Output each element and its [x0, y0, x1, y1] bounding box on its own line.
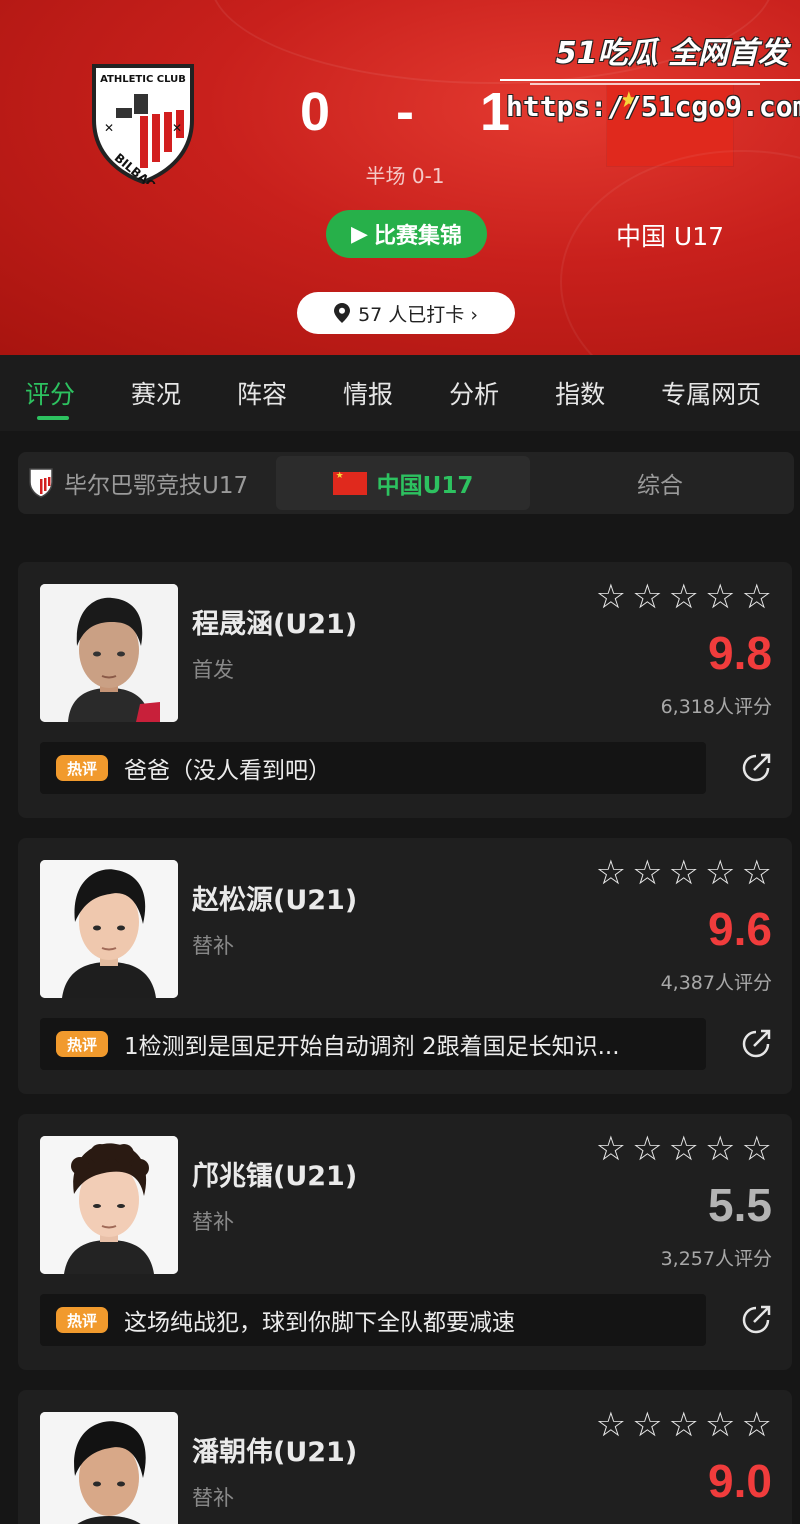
star-outline-icon[interactable]: ☆ [632, 1408, 662, 1442]
star-outline-icon[interactable]: ☆ [632, 580, 662, 614]
score-separator: - [396, 82, 414, 142]
hot-comment-text: 爸爸（没人看到吧） [124, 758, 331, 784]
star-outline-icon[interactable]: ☆ [596, 1132, 626, 1166]
svg-text:ATHLETIC CLUB: ATHLETIC CLUB [100, 74, 186, 85]
rating-stars[interactable]: ☆ ☆ ☆ ☆ ☆ [596, 1408, 772, 1442]
hot-comment-text: 这场纯战犯，球到你脚下全队都要减速 [124, 1310, 515, 1336]
player-avatar [40, 584, 178, 722]
star-outline-icon[interactable]: ☆ [596, 1408, 626, 1442]
player-avatar [40, 1136, 178, 1274]
tab-ratings[interactable]: 评分 [25, 375, 75, 420]
player-photo-icon [40, 860, 178, 998]
segment-away-team[interactable]: 中国U17 [276, 456, 530, 510]
star-outline-icon[interactable]: ☆ [669, 856, 699, 890]
halftime-score: 半场 0-1 [365, 164, 445, 188]
tab-live[interactable]: 赛况 [131, 375, 181, 411]
star-outline-icon[interactable]: ☆ [742, 856, 772, 890]
checkin-label: 57 人已打卡 › [358, 303, 478, 326]
play-icon: ▶ [351, 221, 368, 247]
rating-count: 3,257人评分 [660, 1248, 772, 1270]
rating-count: 6,318人评分 [660, 696, 772, 718]
tab-analysis[interactable]: 分析 [449, 375, 499, 411]
star-outline-icon[interactable]: ☆ [669, 1132, 699, 1166]
tab-exclusive[interactable]: 专属网页 [661, 375, 761, 411]
star-outline-icon[interactable]: ☆ [669, 1408, 699, 1442]
hot-comment[interactable]: 热评 爸爸（没人看到吧） [40, 742, 706, 794]
star-outline-icon[interactable]: ☆ [669, 580, 699, 614]
star-outline-icon[interactable]: ☆ [705, 1408, 735, 1442]
away-team-name: 中国 U17 [615, 222, 725, 251]
player-name: 潘朝伟(U21) [192, 1437, 358, 1468]
player-name: 程晟涵(U21) [192, 609, 358, 640]
star-outline-icon[interactable]: ☆ [742, 1408, 772, 1442]
player-avatar [40, 860, 178, 998]
location-pin-icon [334, 303, 351, 323]
hot-comment[interactable]: 热评 这场纯战犯，球到你脚下全队都要减速 [40, 1294, 706, 1346]
player-photo-icon [40, 1136, 178, 1274]
tab-lineup[interactable]: 阵容 [237, 375, 287, 411]
star-outline-icon[interactable]: ☆ [705, 1132, 735, 1166]
share-icon[interactable] [738, 1302, 774, 1338]
player-card[interactable]: 赵松源(U21) 替补 ☆ ☆ ☆ ☆ ☆ 9.6 4,387人评分 热评 1检… [18, 838, 792, 1094]
china-flag-icon: ★ [607, 84, 733, 166]
athletic-club-crest-icon [29, 468, 53, 498]
away-score: 1 [479, 82, 510, 142]
team-segment-control: 毕尔巴鄂竞技U17 中国U17 综合 [18, 452, 794, 514]
player-name: 邝兆镭(U21) [192, 1161, 358, 1192]
share-icon[interactable] [738, 750, 774, 786]
star-outline-icon[interactable]: ☆ [742, 580, 772, 614]
player-score: 9.0 [708, 1455, 772, 1507]
star-outline-icon[interactable]: ☆ [596, 856, 626, 890]
hot-comment-badge: 热评 [56, 1031, 108, 1057]
player-role: 替补 [192, 1210, 234, 1234]
star-outline-icon[interactable]: ☆ [596, 580, 626, 614]
star-outline-icon[interactable]: ☆ [632, 856, 662, 890]
hot-comment[interactable]: 热评 1检测到是国足开始自动调剂 2跟着国足长知识... [40, 1018, 706, 1070]
highlights-button[interactable]: ▶ 比赛集锦 [326, 210, 487, 258]
highlights-label: 比赛集锦 [373, 224, 462, 249]
player-avatar [40, 1412, 178, 1524]
segment-home-label: 毕尔巴鄂竞技U17 [64, 473, 249, 499]
player-card[interactable]: 邝兆镭(U21) 替补 ☆ ☆ ☆ ☆ ☆ 5.5 3,257人评分 热评 这场… [18, 1114, 792, 1370]
home-score: 0 [300, 82, 331, 142]
tab-index[interactable]: 指数 [555, 375, 605, 411]
china-flag-icon [332, 471, 367, 495]
checkin-button[interactable]: 57 人已打卡 › [297, 292, 515, 334]
segment-away-label: 中国U17 [376, 473, 474, 499]
segment-overall-label: 综合 [637, 473, 683, 499]
player-card[interactable]: 程晟涵(U21) 首发 ☆ ☆ ☆ ☆ ☆ 9.8 6,318人评分 热评 爸爸… [18, 562, 792, 818]
match-header: ATHLETIC CLUB BILBAO ✕ ✕ 0 - 1 半场 0-1 ★ … [0, 0, 800, 355]
rating-stars[interactable]: ☆ ☆ ☆ ☆ ☆ [596, 1132, 772, 1166]
player-photo-icon [40, 584, 178, 722]
segment-overall[interactable]: 综合 [530, 456, 790, 510]
share-icon[interactable] [738, 1026, 774, 1062]
player-name: 赵松源(U21) [192, 885, 358, 916]
player-role: 替补 [192, 1486, 234, 1510]
star-outline-icon[interactable]: ☆ [705, 580, 735, 614]
segment-home-team[interactable]: 毕尔巴鄂竞技U17 [18, 456, 276, 510]
rating-stars[interactable]: ☆ ☆ ☆ ☆ ☆ [596, 856, 772, 890]
svg-text:✕: ✕ [104, 121, 114, 135]
player-score: 9.8 [708, 627, 772, 679]
rating-stars[interactable]: ☆ ☆ ☆ ☆ ☆ [596, 580, 772, 614]
star-outline-icon[interactable]: ☆ [632, 1132, 662, 1166]
scoreboard: 0 - 1 [300, 80, 510, 144]
star-outline-icon[interactable]: ☆ [705, 856, 735, 890]
hot-comment-badge: 热评 [56, 1307, 108, 1333]
player-photo-icon [40, 1412, 178, 1524]
hot-comment-text: 1检测到是国足开始自动调剂 2跟着国足长知识... [124, 1034, 620, 1060]
rating-count: 4,387人评分 [660, 972, 772, 994]
svg-text:✕: ✕ [172, 121, 182, 135]
player-role: 替补 [192, 934, 234, 958]
player-role: 首发 [192, 658, 234, 682]
player-score: 9.6 [708, 903, 772, 955]
star-outline-icon[interactable]: ☆ [742, 1132, 772, 1166]
tab-intel[interactable]: 情报 [343, 375, 393, 411]
athletic-club-crest-icon: ATHLETIC CLUB BILBAO ✕ ✕ [92, 64, 194, 184]
hot-comment-badge: 热评 [56, 755, 108, 781]
player-score: 5.5 [708, 1179, 772, 1231]
player-card[interactable]: 潘朝伟(U21) 替补 ☆ ☆ ☆ ☆ ☆ 9.0 [18, 1390, 792, 1524]
tab-bar: 评分 赛况 阵容 情报 分析 指数 专属网页 [0, 355, 800, 431]
watermark-title: 51吃瓜 全网首发 [555, 36, 788, 71]
